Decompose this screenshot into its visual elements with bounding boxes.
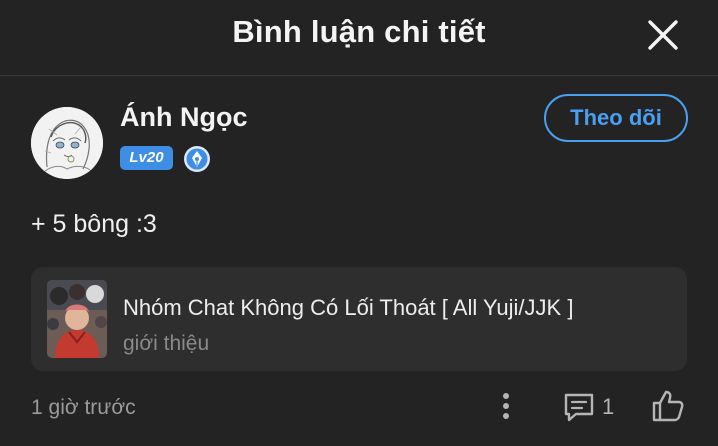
header: Bình luận chi tiết: [0, 0, 718, 76]
avatar-illustration: [31, 107, 103, 179]
story-subtitle: giới thiệu: [123, 332, 210, 355]
story-card[interactable]: Nhóm Chat Không Có Lối Thoát [ All Yuji/…: [31, 267, 687, 371]
avatar[interactable]: [31, 107, 103, 179]
story-cover-image: [47, 280, 107, 358]
pen-badge-icon: [183, 145, 211, 173]
follow-button[interactable]: Theo dõi: [544, 94, 688, 142]
like-button[interactable]: [650, 388, 686, 424]
level-badge: Lv20: [120, 146, 173, 170]
close-button[interactable]: [646, 18, 680, 52]
close-icon: [648, 20, 678, 50]
timestamp: 1 giờ trước: [31, 396, 136, 419]
thumbs-up-icon: [652, 390, 684, 422]
story-title: Nhóm Chat Không Có Lối Thoát [ All Yuji/…: [123, 295, 574, 320]
reply-button[interactable]: 1: [562, 390, 622, 424]
reply-count: 1: [602, 394, 615, 419]
comment-text: + 5 bông :3: [31, 210, 157, 238]
comment-icon: [564, 393, 594, 422]
more-options-button[interactable]: [496, 390, 516, 424]
author-name[interactable]: Ánh Ngọc: [120, 102, 248, 133]
comment-detail-screen: Bình luận chi tiết Ánh Ngọc Lv20 Theo dõ…: [0, 0, 718, 446]
page-title: Bình luận chi tiết: [232, 14, 486, 49]
more-vertical-icon: [503, 393, 509, 419]
